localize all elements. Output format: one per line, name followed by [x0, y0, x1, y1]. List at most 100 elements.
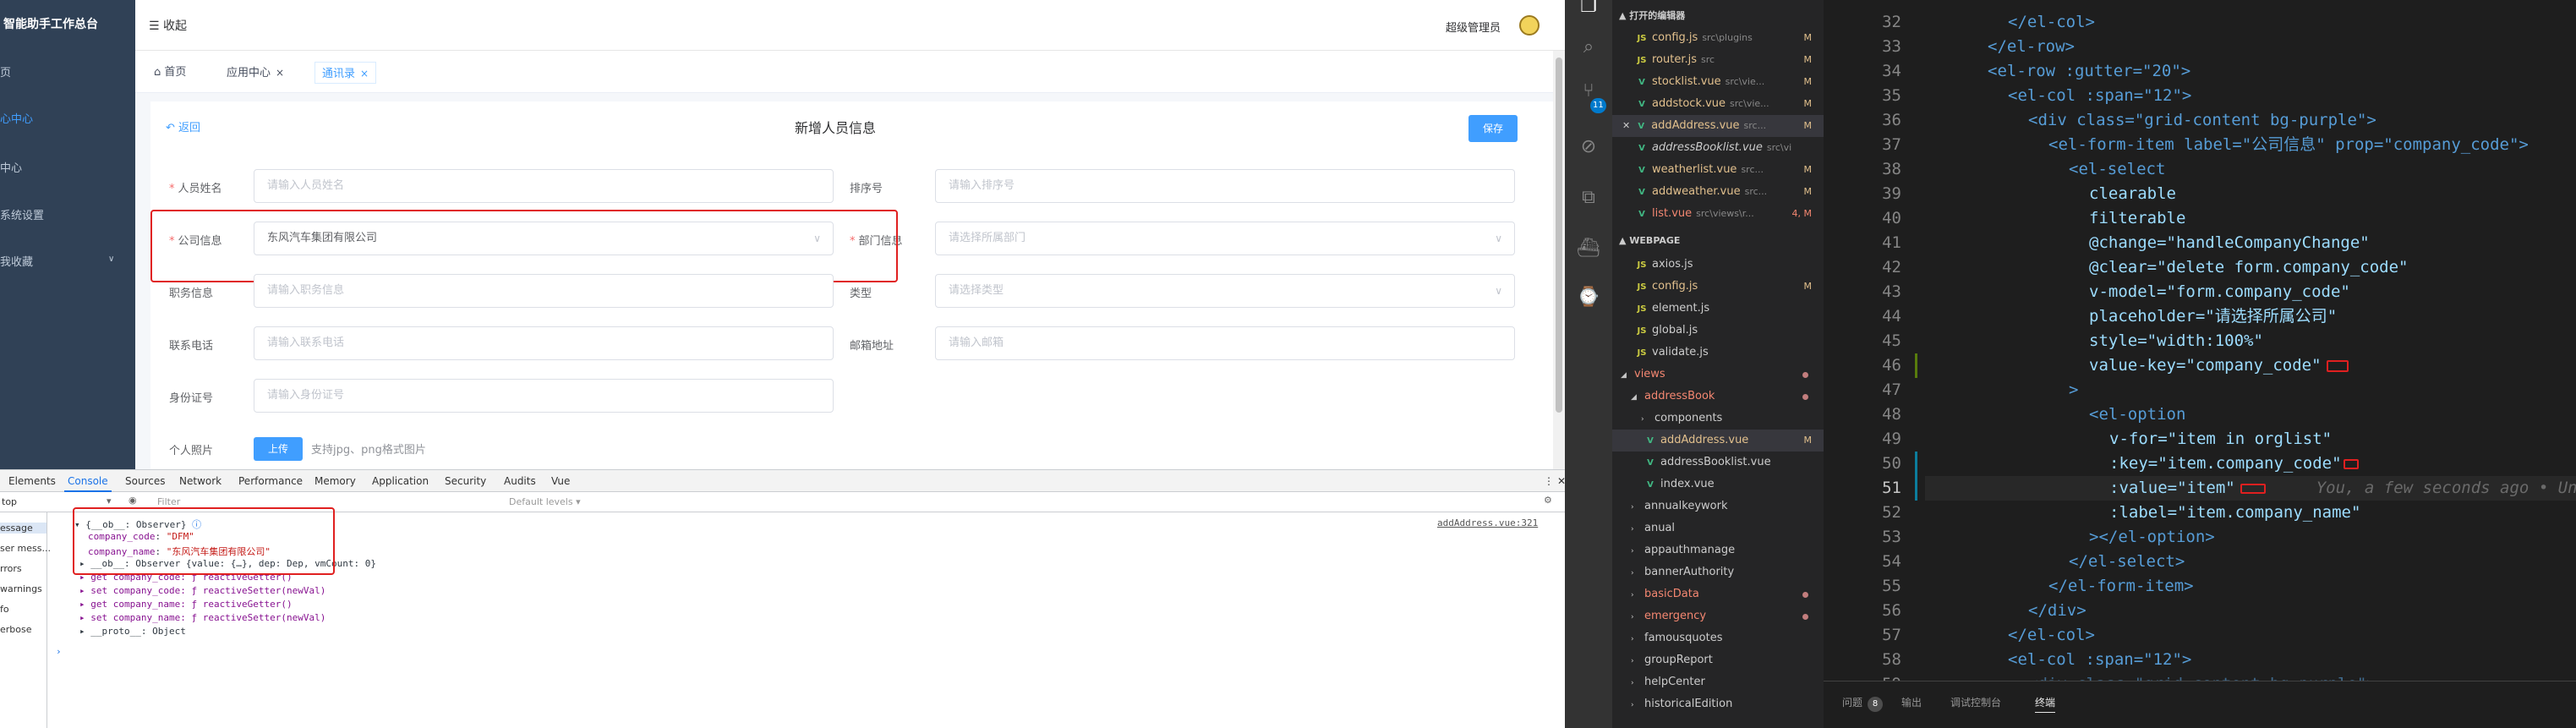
sort-input[interactable]: 请输入排序号: [935, 169, 1515, 203]
console-setter-line[interactable]: ▸ set company_code: ƒ reactiveSetter(new…: [79, 585, 325, 596]
phone-input[interactable]: 请输入联系电话: [254, 326, 834, 360]
context-select[interactable]: top: [2, 496, 17, 507]
gear-icon[interactable]: ⚙: [1544, 495, 1552, 506]
webpage-header[interactable]: ▲ WEBPAGE: [1612, 232, 1824, 250]
console-filter-messages[interactable]: essage: [0, 523, 46, 534]
devtools-tab-network[interactable]: Network: [179, 475, 222, 487]
console-filter-user-messages[interactable]: ser mess...: [0, 543, 51, 554]
code-editor[interactable]: 32 33 34 35 36 37 38 39 40 41 42 43 44 4…: [1824, 0, 2576, 693]
sidebar-item-favorites[interactable]: 我收藏: [0, 253, 33, 269]
sidebar-item-center[interactable]: 中心: [0, 159, 22, 175]
type-select[interactable]: 请选择类型 ∨: [935, 274, 1515, 308]
tree-item[interactable]: JS config.js M: [1612, 276, 1824, 298]
open-editors-header[interactable]: ▲ 打开的编辑器: [1612, 7, 1824, 25]
docker-icon[interactable]: ⛴: [1577, 237, 1600, 260]
sidebar-item-settings[interactable]: 系统设置: [0, 206, 44, 222]
console-setter-line[interactable]: ▸ set company_name: ƒ reactiveSetter(new…: [79, 612, 325, 623]
sidebar-item-home[interactable]: 页: [0, 63, 11, 79]
open-editor-item[interactable]: Vstocklist.vue src\vie... M: [1612, 71, 1824, 93]
scrollbar-thumb[interactable]: [1556, 57, 1562, 413]
more-icon[interactable]: ⋮: [1544, 475, 1554, 487]
console-proto-line[interactable]: ▸ __proto__: Object: [79, 626, 186, 637]
open-editor-item[interactable]: JS config.js src\plugins M: [1612, 27, 1824, 49]
name-input[interactable]: 请输入人员姓名: [254, 169, 834, 203]
user-name[interactable]: 超级管理员: [1446, 19, 1501, 35]
tree-folder[interactable]: › anual: [1612, 517, 1824, 539]
panel-tab-problems[interactable]: 问题 8: [1842, 695, 1884, 712]
tree-item[interactable]: JS validate.js: [1612, 342, 1824, 364]
console-prompt[interactable]: ›: [56, 646, 62, 657]
tree-item[interactable]: VaddressBooklist.vue: [1612, 452, 1824, 473]
open-editor-item[interactable]: Vweatherlist.vue src... M: [1612, 159, 1824, 181]
folder-name: components: [1654, 412, 1723, 424]
tree-folder[interactable]: › components: [1612, 408, 1824, 430]
open-editor-item[interactable]: Vlist.vue src\views\r... 4, M: [1612, 203, 1824, 225]
tree-folder[interactable]: › bannerAuthority: [1612, 561, 1824, 583]
tree-folder[interactable]: › appauthmanage: [1612, 539, 1824, 561]
tree-folder[interactable]: › emergency: [1612, 605, 1824, 627]
tree-folder[interactable]: › basicData: [1612, 583, 1824, 605]
upload-button[interactable]: 上传: [254, 437, 303, 461]
open-editor-item-active[interactable]: ✕ VaddAddress.vue src... M: [1612, 115, 1824, 137]
tree-item-active[interactable]: VaddAddress.vue M: [1612, 430, 1824, 452]
log-levels-select[interactable]: Default levels ▾: [509, 496, 581, 507]
close-icon[interactable]: ×: [360, 68, 369, 79]
save-button[interactable]: 保存: [1468, 115, 1518, 142]
open-editor-item[interactable]: JS router.js src M: [1612, 49, 1824, 71]
console-filter-verbose[interactable]: erbose: [0, 624, 32, 635]
history-icon[interactable]: ⌚: [1577, 286, 1600, 309]
console-getter-line[interactable]: ▸ get company_name: ƒ reactiveGetter(): [79, 599, 293, 610]
dept-select[interactable]: 请选择所属部门 ∨: [935, 222, 1515, 255]
eye-icon[interactable]: ◉: [129, 495, 137, 506]
close-icon[interactable]: ×: [276, 67, 284, 79]
page-scrollbar[interactable]: [1553, 51, 1565, 469]
tree-folder[interactable]: › famousquotes: [1612, 627, 1824, 649]
idcard-input[interactable]: 请输入身份证号: [254, 379, 834, 413]
tree-folder[interactable]: › historicalEdition: [1612, 693, 1824, 715]
position-input[interactable]: 请输入职务信息: [254, 274, 834, 308]
tree-folder[interactable]: ◢ views: [1612, 364, 1824, 386]
console-filter-errors[interactable]: rrors: [0, 563, 22, 574]
email-input[interactable]: 请输入邮箱: [935, 326, 1515, 360]
close-icon[interactable]: ✕: [1622, 120, 1630, 131]
devtools-tab-audits[interactable]: Audits: [504, 475, 536, 487]
tab-app-center[interactable]: 应用中心 ×: [220, 62, 291, 84]
search-icon[interactable]: ⌕: [1577, 36, 1600, 59]
tree-folder[interactable]: › annualkeywork: [1612, 495, 1824, 517]
tree-item[interactable]: JS axios.js: [1612, 254, 1824, 276]
back-link[interactable]: ↶ 返回: [166, 118, 200, 134]
panel-tab-output[interactable]: 输出: [1901, 695, 1922, 709]
devtools-tab-performance[interactable]: Performance: [238, 475, 303, 487]
tree-item[interactable]: Vindex.vue: [1612, 473, 1824, 495]
devtools-tab-sources[interactable]: Sources: [125, 475, 165, 487]
open-editor-item[interactable]: Vaddstock.vue src\vie... M: [1612, 93, 1824, 115]
tree-folder[interactable]: › groupReport: [1612, 649, 1824, 671]
avatar[interactable]: [1519, 15, 1540, 36]
files-icon[interactable]: ❐: [1577, 0, 1600, 19]
devtools-tab-elements[interactable]: Elements: [8, 475, 56, 487]
filter-input[interactable]: Filter: [157, 496, 180, 507]
tree-item[interactable]: JS global.js: [1612, 320, 1824, 342]
devtools-tab-security[interactable]: Security: [445, 475, 486, 487]
panel-tab-debug-console[interactable]: 调试控制台: [1950, 695, 2001, 709]
collapse-toggle[interactable]: ☰ 收起: [149, 17, 187, 34]
console-source-link[interactable]: addAddress.vue:321: [1437, 517, 1538, 528]
tree-folder[interactable]: ◢ addressBook: [1612, 386, 1824, 408]
panel-tab-terminal[interactable]: 终端: [2035, 695, 2056, 713]
tab-home[interactable]: ⌂ 首页: [147, 62, 193, 84]
console-filter-info[interactable]: fo: [0, 604, 9, 615]
open-editor-item[interactable]: Vaddweather.vue src... M: [1612, 181, 1824, 203]
devtools-tab-application[interactable]: Application: [372, 475, 429, 487]
tree-item[interactable]: JS element.js: [1612, 298, 1824, 320]
close-icon[interactable]: ✕: [1557, 475, 1565, 487]
devtools-tab-memory[interactable]: Memory: [314, 475, 356, 487]
devtools-tab-console[interactable]: Console: [64, 475, 112, 492]
console-filter-warnings[interactable]: warnings: [0, 583, 42, 594]
extensions-icon[interactable]: ⧉: [1577, 186, 1600, 210]
sidebar-item-app-center[interactable]: 心中心: [0, 110, 33, 126]
open-editor-item[interactable]: VaddressBooklist.vue src\vi: [1612, 137, 1824, 159]
debug-icon[interactable]: ⊘: [1577, 135, 1600, 159]
tab-contacts[interactable]: 通讯录 ×: [314, 62, 377, 84]
devtools-tab-vue[interactable]: Vue: [551, 475, 570, 487]
tree-folder[interactable]: › helpCenter: [1612, 671, 1824, 693]
